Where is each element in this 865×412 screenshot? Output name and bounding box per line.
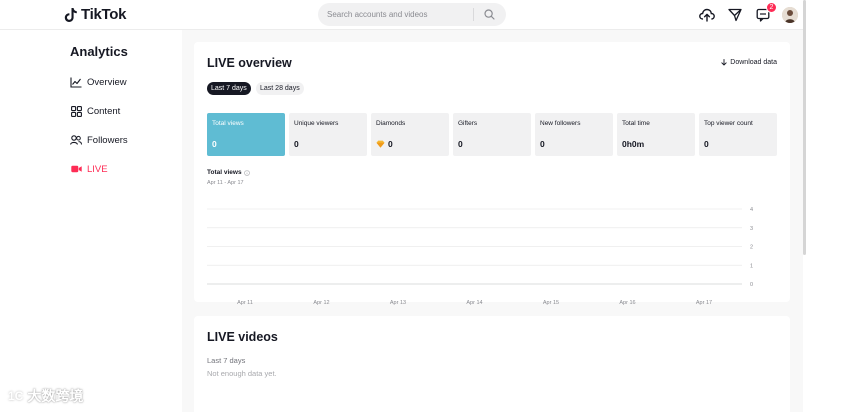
tiktok-logo-icon [64, 7, 78, 23]
search-button[interactable] [474, 3, 504, 26]
sidebar-item-overview[interactable]: Overview [70, 76, 127, 88]
metric-value: 0 [388, 139, 393, 149]
download-icon [721, 59, 727, 66]
metric-label: Gifters [458, 120, 478, 127]
metric-label: New followers [540, 120, 581, 127]
page-scrollbar[interactable] [803, 0, 806, 255]
y-tick-label: 3 [750, 226, 753, 232]
sidebar: Analytics Overview Content Followers LIV… [60, 30, 182, 412]
tiktok-logo-text: TikTok [81, 6, 127, 23]
metric-label: Total time [622, 120, 650, 127]
videos-title: LIVE videos [207, 330, 278, 344]
avatar[interactable] [782, 7, 798, 23]
notification-badge: 2 [766, 2, 777, 13]
sidebar-item-live[interactable]: LIVE [70, 163, 108, 175]
metric-value: 0 [212, 139, 217, 149]
live-icon [70, 163, 82, 175]
sidebar-title: Analytics [70, 44, 128, 59]
metric-value: 0 [540, 139, 545, 149]
metric-value: 0h0m [622, 139, 645, 149]
sidebar-item-label: Followers [87, 134, 128, 146]
download-data-button[interactable]: Download data [721, 59, 777, 66]
header-actions: 2 [698, 2, 798, 24]
x-tick-label: Apr 11 [237, 300, 253, 306]
watermark: 1C 大数跨境 [8, 386, 83, 406]
range-last-28-days[interactable]: Last 28 days [256, 82, 304, 95]
top-bar: TikTok Search accounts and videos 2 [0, 0, 803, 30]
metric-gifters[interactable]: Gifters 0 [453, 113, 531, 156]
videos-empty-state: Not enough data yet. [207, 369, 277, 378]
metric-label: Diamonds [376, 120, 406, 127]
x-tick-label: Apr 16 [619, 300, 635, 306]
chart-title: Total views [207, 169, 250, 176]
metric-label: Top viewer count [704, 120, 753, 127]
watermark-text: 大数跨境 [27, 388, 84, 404]
sidebar-item-label: Overview [87, 76, 127, 88]
main-content: LIVE overview Download data Last 7 days … [182, 30, 803, 412]
metric-value: 0 [458, 139, 463, 149]
overview-title: LIVE overview [207, 56, 292, 70]
search-bar [318, 3, 506, 26]
x-tick-label: Apr 12 [313, 300, 329, 306]
metric-value-row: 0 [376, 139, 393, 149]
info-icon [243, 169, 250, 176]
x-tick-label: Apr 17 [696, 300, 712, 306]
metric-value: 0 [294, 139, 299, 149]
chart-date-range: Apr 11 - Apr 17 [207, 180, 244, 186]
range-last-7-days[interactable]: Last 7 days [207, 82, 251, 95]
total-views-chart: 4 3 2 1 0 Apr 11 Apr 12 Apr 13 Apr 14 Apr 15 Apr 1… [207, 207, 753, 306]
metric-diamonds[interactable]: Diamonds 0 [371, 113, 449, 156]
sidebar-item-content[interactable]: Content [70, 105, 120, 117]
metric-total-time[interactable]: Total time 0h0m [617, 113, 695, 156]
sidebar-item-followers[interactable]: Followers [70, 134, 128, 146]
users-icon [70, 134, 82, 146]
chart-title-text: Total views [207, 169, 242, 176]
live-overview-card: LIVE overview Download data Last 7 days … [194, 42, 790, 306]
tiktok-logo[interactable]: TikTok [64, 6, 126, 23]
x-tick-label: Apr 14 [466, 300, 482, 306]
line-chart-icon [70, 76, 82, 88]
search-input[interactable] [318, 10, 473, 19]
sidebar-item-label: LIVE [87, 163, 108, 175]
metric-label: Unique viewers [294, 120, 339, 127]
metric-total-views[interactable]: Total views 0 [207, 113, 285, 156]
y-tick-label: 2 [750, 245, 753, 251]
live-videos-card: LIVE videos Last 7 days Not enough data … [194, 316, 790, 412]
metric-label: Total views [212, 120, 244, 127]
download-label: Download data [730, 59, 777, 66]
y-tick-label: 1 [750, 263, 753, 269]
search-icon [483, 9, 495, 20]
avatar-icon [782, 7, 798, 23]
sidebar-item-label: Content [87, 105, 121, 117]
x-tick-label: Apr 15 [543, 300, 559, 306]
y-tick-label: 4 [750, 207, 753, 213]
metric-new-followers[interactable]: New followers 0 [535, 113, 613, 156]
notifications-button[interactable]: 2 [754, 2, 777, 24]
y-tick-label: 0 [750, 282, 753, 288]
watermark-logo-icon: 1C [8, 389, 24, 403]
upload-cloud-icon[interactable] [698, 6, 716, 24]
diamond-icon [376, 140, 385, 148]
metric-top-viewer-count[interactable]: Top viewer count 0 [699, 113, 777, 156]
inbox-send-icon[interactable] [726, 6, 744, 24]
metric-unique-viewers[interactable]: Unique viewers 0 [289, 113, 367, 156]
metric-value: 0 [704, 139, 709, 149]
grid-icon [70, 105, 82, 117]
videos-range: Last 7 days [207, 356, 246, 365]
x-tick-label: Apr 13 [390, 300, 406, 306]
